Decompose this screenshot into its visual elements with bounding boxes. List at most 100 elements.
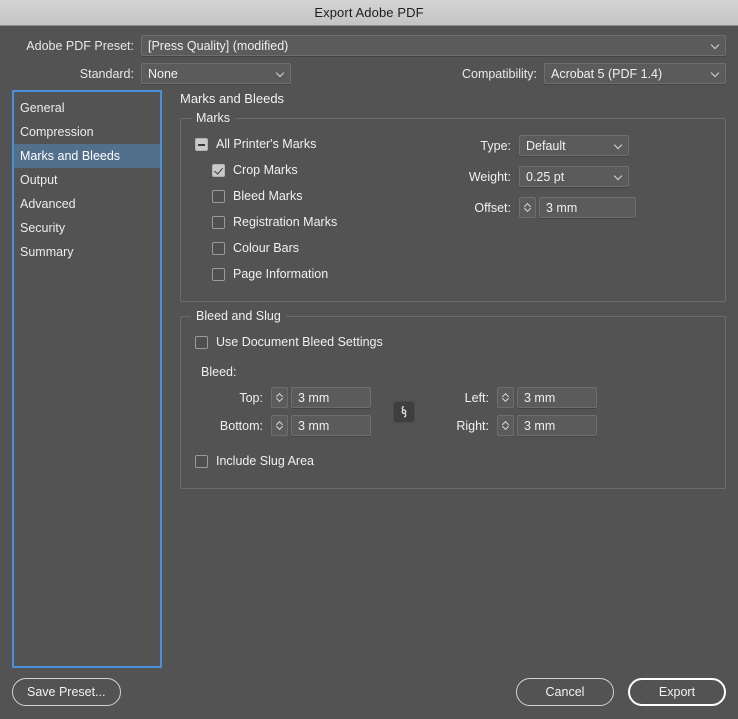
weight-row: Weight: 0.25 pt xyxy=(445,166,711,187)
bleed-top-label: Top: xyxy=(239,390,263,405)
chevron-down-icon xyxy=(615,141,623,149)
bleed-top-row: Top: 3 mm xyxy=(201,387,371,408)
checkbox-unchecked-icon[interactable] xyxy=(212,189,225,203)
standard-label: Standard: xyxy=(79,66,134,81)
bleed-bottom-input[interactable]: 3 mm xyxy=(291,415,371,436)
bleed-left-label: Left: xyxy=(464,390,489,405)
registration-marks-label: Registration Marks xyxy=(233,215,338,229)
checkbox-unchecked-icon[interactable] xyxy=(212,241,225,255)
offset-stepper[interactable] xyxy=(519,197,536,218)
sidebar-item-marks-and-bleeds[interactable]: Marks and Bleeds xyxy=(14,144,160,168)
sidebar-item-general[interactable]: General xyxy=(14,96,160,120)
checkbox-checked-icon[interactable] xyxy=(212,163,225,177)
bleed-section-label: Bleed: xyxy=(201,365,237,379)
bleed-bottom-row: Bottom: 3 mm xyxy=(201,415,371,436)
bleed-right-value: 3 mm xyxy=(524,418,556,433)
marks-settings-column: Type: Default Weight: 0.25 pt Offset: 3 … xyxy=(445,133,711,289)
type-label: Type: xyxy=(480,138,511,153)
all-printers-marks-label: All Printer's Marks xyxy=(216,137,317,151)
marks-content: All Printer's Marks Crop Marks Bleed Mar… xyxy=(195,133,711,289)
bleed-top-value: 3 mm xyxy=(298,390,330,405)
use-document-bleed-settings-row[interactable]: Use Document Bleed Settings xyxy=(195,331,711,353)
type-dropdown[interactable]: Default xyxy=(519,135,629,156)
cancel-button[interactable]: Cancel xyxy=(516,678,614,706)
checkbox-unchecked-icon[interactable] xyxy=(195,335,208,349)
adobe-pdf-preset-dropdown[interactable]: [Press Quality] (modified) xyxy=(141,35,726,56)
type-value: Default xyxy=(526,138,566,153)
page-title: Marks and Bleeds xyxy=(180,91,285,106)
dialog-footer: Save Preset... Cancel Export xyxy=(0,668,738,719)
compatibility-label: Compatibility: xyxy=(461,66,537,81)
export-adobe-pdf-dialog: Export Adobe PDF Adobe PDF Preset: [Pres… xyxy=(0,0,738,719)
chevron-down-icon xyxy=(615,172,623,180)
crop-marks-label: Crop Marks xyxy=(233,163,298,177)
sidebar-item-compression[interactable]: Compression xyxy=(14,120,160,144)
standard-value: None xyxy=(148,66,178,81)
bleed-top-input[interactable]: 3 mm xyxy=(291,387,371,408)
include-slug-area-row[interactable]: Include Slug Area xyxy=(195,450,711,472)
compatibility-value: Acrobat 5 (PDF 1.4) xyxy=(551,66,663,81)
type-row: Type: Default xyxy=(445,135,711,156)
marks-and-bleeds-panel: Marks and Bleeds Marks All Printer's Mar… xyxy=(162,90,726,668)
registration-marks-row[interactable]: Registration Marks xyxy=(195,211,445,233)
bleed-left-value: 3 mm xyxy=(524,390,556,405)
window-title: Export Adobe PDF xyxy=(314,5,424,20)
marks-group: Marks All Printer's Marks Crop Marks Ble… xyxy=(180,111,726,302)
bleed-right-input[interactable]: 3 mm xyxy=(517,415,597,436)
all-printers-marks-row[interactable]: All Printer's Marks xyxy=(195,133,445,155)
chain-link-icon[interactable] xyxy=(393,400,415,423)
bleed-bottom-label: Bottom: xyxy=(219,418,263,433)
colour-bars-label: Colour Bars xyxy=(233,241,299,255)
checkbox-unchecked-icon[interactable] xyxy=(212,267,225,281)
sidebar-item-summary[interactable]: Summary xyxy=(14,240,160,264)
bleed-marks-label: Bleed Marks xyxy=(233,189,303,203)
bleed-fields-grid: Top: 3 mm Bottom: 3 mm Left: 3 mm Right:… xyxy=(201,387,711,436)
chevron-down-icon xyxy=(712,69,720,77)
marks-checkbox-column: All Printer's Marks Crop Marks Bleed Mar… xyxy=(195,133,445,289)
page-information-label: Page Information xyxy=(233,267,329,281)
export-button[interactable]: Export xyxy=(628,678,726,706)
checkbox-unchecked-icon[interactable] xyxy=(212,215,225,229)
bleed-and-slug-group-legend: Bleed and Slug xyxy=(191,309,286,323)
adobe-pdf-preset-value: [Press Quality] (modified) xyxy=(148,38,289,53)
checkbox-mixed-icon[interactable] xyxy=(195,137,208,151)
crop-marks-row[interactable]: Crop Marks xyxy=(195,159,445,181)
bleed-top-stepper[interactable] xyxy=(271,387,288,408)
settings-category-list[interactable]: General Compression Marks and Bleeds Out… xyxy=(12,90,162,668)
offset-value: 3 mm xyxy=(546,200,578,215)
page-information-row[interactable]: Page Information xyxy=(195,263,445,285)
compatibility-dropdown[interactable]: Acrobat 5 (PDF 1.4) xyxy=(544,63,726,84)
preset-header: Adobe PDF Preset: [Press Quality] (modif… xyxy=(0,26,738,90)
chevron-down-icon xyxy=(277,69,285,77)
standard-dropdown[interactable]: None xyxy=(141,63,291,84)
offset-label: Offset: xyxy=(474,200,511,215)
save-preset-button[interactable]: Save Preset... xyxy=(12,678,121,706)
offset-input[interactable]: 3 mm xyxy=(539,197,636,218)
bleed-left-stepper[interactable] xyxy=(497,387,514,408)
bleed-left-column: Top: 3 mm Bottom: 3 mm xyxy=(201,387,371,436)
bleed-right-row: Right: 3 mm xyxy=(437,415,597,436)
bleed-left-input[interactable]: 3 mm xyxy=(517,387,597,408)
bleed-right-stepper[interactable] xyxy=(497,415,514,436)
sidebar-item-security[interactable]: Security xyxy=(14,216,160,240)
sidebar-item-output[interactable]: Output xyxy=(14,168,160,192)
weight-dropdown[interactable]: 0.25 pt xyxy=(519,166,629,187)
sidebar-item-advanced[interactable]: Advanced xyxy=(14,192,160,216)
checkbox-unchecked-icon[interactable] xyxy=(195,454,208,468)
adobe-pdf-preset-label: Adobe PDF Preset: xyxy=(26,38,134,53)
colour-bars-row[interactable]: Colour Bars xyxy=(195,237,445,259)
offset-row: Offset: 3 mm xyxy=(445,197,711,218)
window-titlebar: Export Adobe PDF xyxy=(0,0,738,26)
weight-label: Weight: xyxy=(468,169,511,184)
preset-row: Adobe PDF Preset: [Press Quality] (modif… xyxy=(12,35,726,56)
bleed-left-row: Left: 3 mm xyxy=(437,387,597,408)
bleed-and-slug-group: Bleed and Slug Use Document Bleed Settin… xyxy=(180,309,726,489)
dialog-body: General Compression Marks and Bleeds Out… xyxy=(0,90,738,668)
bleed-marks-row[interactable]: Bleed Marks xyxy=(195,185,445,207)
use-document-bleed-settings-label: Use Document Bleed Settings xyxy=(216,335,383,349)
weight-value: 0.25 pt xyxy=(526,169,565,184)
include-slug-area-label: Include Slug Area xyxy=(216,454,314,468)
marks-group-legend: Marks xyxy=(191,111,236,125)
bleed-bottom-stepper[interactable] xyxy=(271,415,288,436)
bleed-right-column: Left: 3 mm Right: 3 mm xyxy=(437,387,597,436)
